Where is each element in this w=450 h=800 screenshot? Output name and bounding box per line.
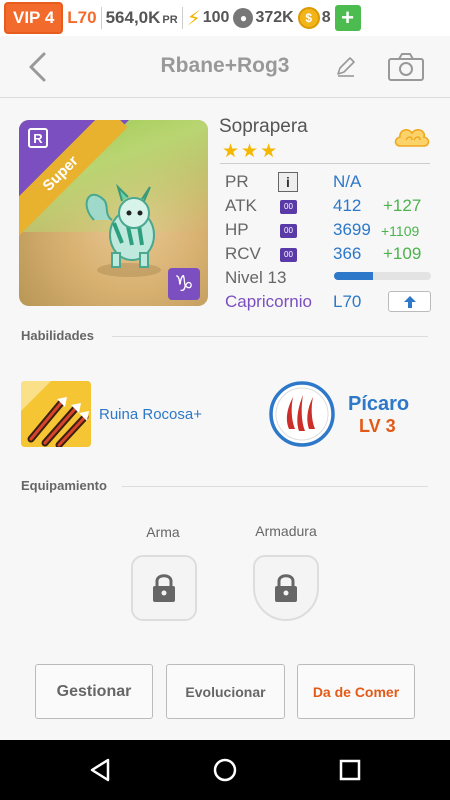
stat-bonus: +109 — [383, 244, 422, 263]
stat-row-rcv: RCV 00 366 +109 — [225, 242, 433, 266]
weapon-slot[interactable] — [131, 555, 197, 621]
pet-image — [85, 183, 161, 277]
stat-value: 412 — [333, 196, 362, 215]
system-nav-bar — [0, 740, 450, 800]
stat-row-pr: PR i N/A — [225, 170, 433, 194]
power-unit: PR — [162, 14, 178, 26]
stat-label: RCV — [225, 244, 261, 263]
paw-icon: ● — [233, 8, 254, 28]
divider — [112, 336, 428, 337]
stat-value: N/A — [333, 172, 362, 191]
info-icon[interactable]: i — [278, 172, 298, 192]
page-title: Rbane+Rog3 — [160, 54, 290, 77]
zodiac-label: Capricornio — [225, 292, 312, 311]
pencil-icon[interactable] — [334, 54, 358, 78]
zodiac-badge-icon: ♑ — [168, 268, 200, 300]
power-rating: 564,0K PR — [106, 8, 178, 28]
class-name: Pícaro — [348, 393, 410, 415]
gem-slot-icon[interactable]: 00 — [280, 224, 297, 238]
gem-slot-icon[interactable]: 00 — [280, 248, 297, 262]
energy-stat[interactable]: ⚡ 100 — [187, 6, 230, 31]
upgrade-zodiac-button[interactable] — [388, 291, 431, 312]
coin-icon: $ — [297, 7, 320, 29]
coin-stat[interactable]: $ 8 — [297, 7, 331, 29]
manage-button[interactable]: Gestionar — [35, 664, 153, 719]
divider — [100, 7, 102, 29]
food-value: 372K — [255, 9, 294, 26]
divider — [220, 163, 430, 164]
gem-slot-icon[interactable]: 00 — [280, 200, 297, 214]
class-level: LV 3 — [359, 416, 396, 436]
stat-row-hp: HP 00 3699 +1109 — [225, 218, 433, 242]
pet-portrait[interactable]: R Super ♑ — [19, 120, 208, 306]
star-rating: ★★★ — [222, 141, 280, 162]
food-stat[interactable]: ● 372K — [233, 8, 294, 28]
lock-icon — [153, 574, 175, 602]
rock-ruin-icon — [21, 381, 91, 447]
stat-value: 366 — [333, 244, 362, 263]
evolve-button[interactable]: Evolucionar — [166, 664, 285, 719]
stat-value: 3699 — [333, 220, 371, 239]
back-arrow-icon[interactable] — [24, 50, 54, 84]
cloud-icon — [394, 128, 430, 147]
skills-section-title: Habilidades — [21, 328, 94, 343]
feed-button[interactable]: Da de Comer — [297, 664, 415, 719]
claw-class-icon[interactable] — [269, 381, 335, 447]
lock-icon — [275, 574, 297, 602]
equipment-section-title: Equipamiento — [21, 478, 107, 493]
pet-name: Soprapera — [219, 116, 308, 137]
stat-row-atk: ATK 00 412 +127 — [225, 194, 433, 218]
zodiac-level: L70 — [333, 292, 362, 311]
stat-label: PR — [225, 172, 249, 191]
pet-stats: PR i N/A ATK 00 412 +127 HP 00 3699 +110… — [225, 170, 433, 314]
nav-back-icon[interactable] — [86, 756, 114, 784]
nav-recents-icon[interactable] — [336, 756, 364, 784]
energy-value: 100 — [202, 9, 230, 26]
coin-value: 8 — [321, 9, 331, 26]
camera-icon[interactable] — [387, 52, 425, 82]
rarity-badge: R — [28, 128, 48, 148]
status-bar: VIP 4 L70 564,0K PR ⚡ 100 ● 372K $ 8 + — [0, 0, 450, 36]
arrow-up-icon — [403, 295, 416, 308]
page-header: Rbane+Rog3 — [0, 36, 450, 98]
lightning-icon: ⚡ — [186, 7, 201, 30]
skill-icon[interactable] — [21, 381, 91, 447]
stat-row-zodiac: Capricornio L70 — [225, 290, 433, 314]
stat-bonus: +127 — [383, 196, 422, 215]
stat-label: HP — [225, 220, 249, 239]
vip-badge[interactable]: VIP 4 — [4, 2, 64, 34]
power-value: 564,0K — [105, 8, 161, 27]
armor-slot[interactable] — [253, 555, 319, 621]
level-progress-fill — [334, 272, 373, 280]
divider — [181, 7, 183, 29]
stat-bonus: +1109 — [381, 223, 420, 239]
level-label: Nivel 13 — [225, 268, 287, 287]
level-progress-bar — [334, 272, 431, 280]
add-currency-button[interactable]: + — [334, 5, 361, 31]
nav-home-icon[interactable] — [211, 756, 239, 784]
armor-label: Armadura — [255, 523, 317, 539]
divider — [122, 486, 428, 487]
player-level: L70 — [67, 8, 97, 27]
weapon-label: Arma — [146, 524, 180, 540]
stat-label: ATK — [225, 196, 257, 215]
skill-name[interactable]: Ruina Rocosa+ — [99, 406, 202, 423]
